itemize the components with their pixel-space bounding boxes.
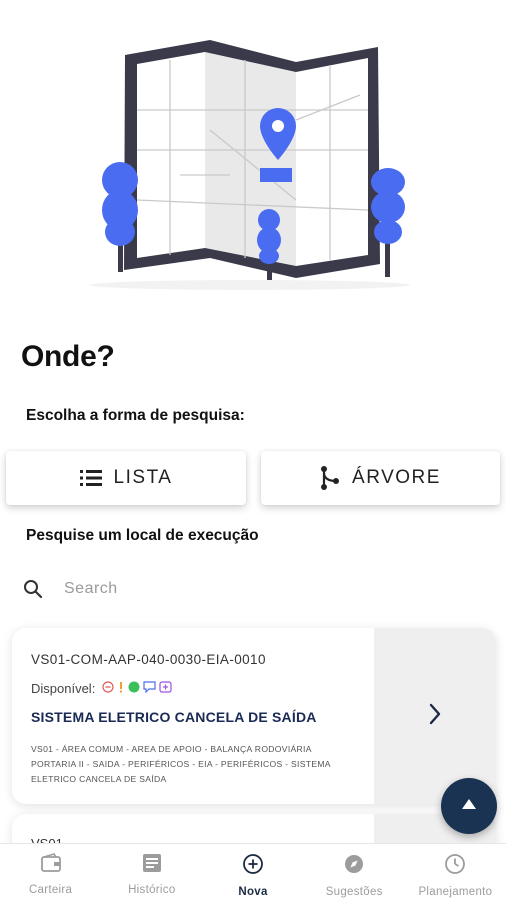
nav-label: Planejamento (418, 886, 493, 898)
open-result-button[interactable] (374, 628, 496, 804)
unavailable-icon (102, 681, 114, 696)
wallet-icon (40, 853, 62, 878)
compass-icon (343, 853, 365, 880)
add-circle-icon (242, 853, 264, 880)
search-icon (18, 579, 48, 599)
location-name: SISTEMA ELETRICO CANCELA DE SAÍDA (31, 709, 317, 725)
map-illustration (0, 0, 506, 300)
add-box-icon (159, 681, 172, 696)
nav-label: Carteira (28, 884, 73, 896)
list-icon (79, 469, 102, 487)
location-path: VS01 - ÁREA COMUM - AREA DE APOIO - BALA… (31, 744, 331, 784)
chevron-right-icon (428, 703, 442, 730)
search-mode-prompt: Escolha a forma de pesquisa: (26, 407, 245, 424)
comment-icon (143, 681, 156, 696)
scroll-top-button[interactable] (441, 778, 497, 834)
page-title: Onde? (21, 340, 115, 373)
nav-item-historico[interactable]: Histórico (101, 844, 202, 900)
nav-item-sugestoes[interactable]: Sugestões (304, 844, 405, 900)
availability-row: Disponível: (31, 681, 172, 696)
location-code: VS01-COM-AAP-040-0030-EIA-0010 (31, 652, 266, 667)
nav-label: Histórico (128, 884, 176, 896)
result-card[interactable]: VS01-COM-AAP-040-0030-EIA-0010 Disponíve… (12, 628, 496, 804)
warning-icon (117, 681, 125, 696)
availability-label: Disponível: (31, 681, 96, 696)
nav-item-planejamento[interactable]: Planejamento (405, 844, 506, 900)
clock-icon (444, 853, 466, 880)
search-section-title: Pesquise um local de execução (26, 527, 259, 544)
ok-icon (128, 681, 140, 696)
tree-icon (320, 465, 340, 491)
bottom-nav: Carteira Histórico Nova Sugestões Planej… (0, 843, 506, 900)
nav-label: Sugestões (325, 886, 383, 898)
list-mode-label: LISTA (113, 467, 173, 488)
tree-mode-label: ÁRVORE (352, 467, 441, 488)
nav-item-nova[interactable]: Nova (202, 844, 303, 900)
nav-item-carteira[interactable]: Carteira (0, 844, 101, 900)
tree-mode-button[interactable]: ÁRVORE (261, 451, 500, 505)
history-icon (141, 853, 163, 878)
search-input[interactable] (64, 580, 444, 598)
list-mode-button[interactable]: LISTA (6, 451, 246, 505)
nav-label: Nova (238, 886, 268, 898)
search-bar (18, 570, 488, 608)
arrow-up-icon (461, 797, 477, 815)
